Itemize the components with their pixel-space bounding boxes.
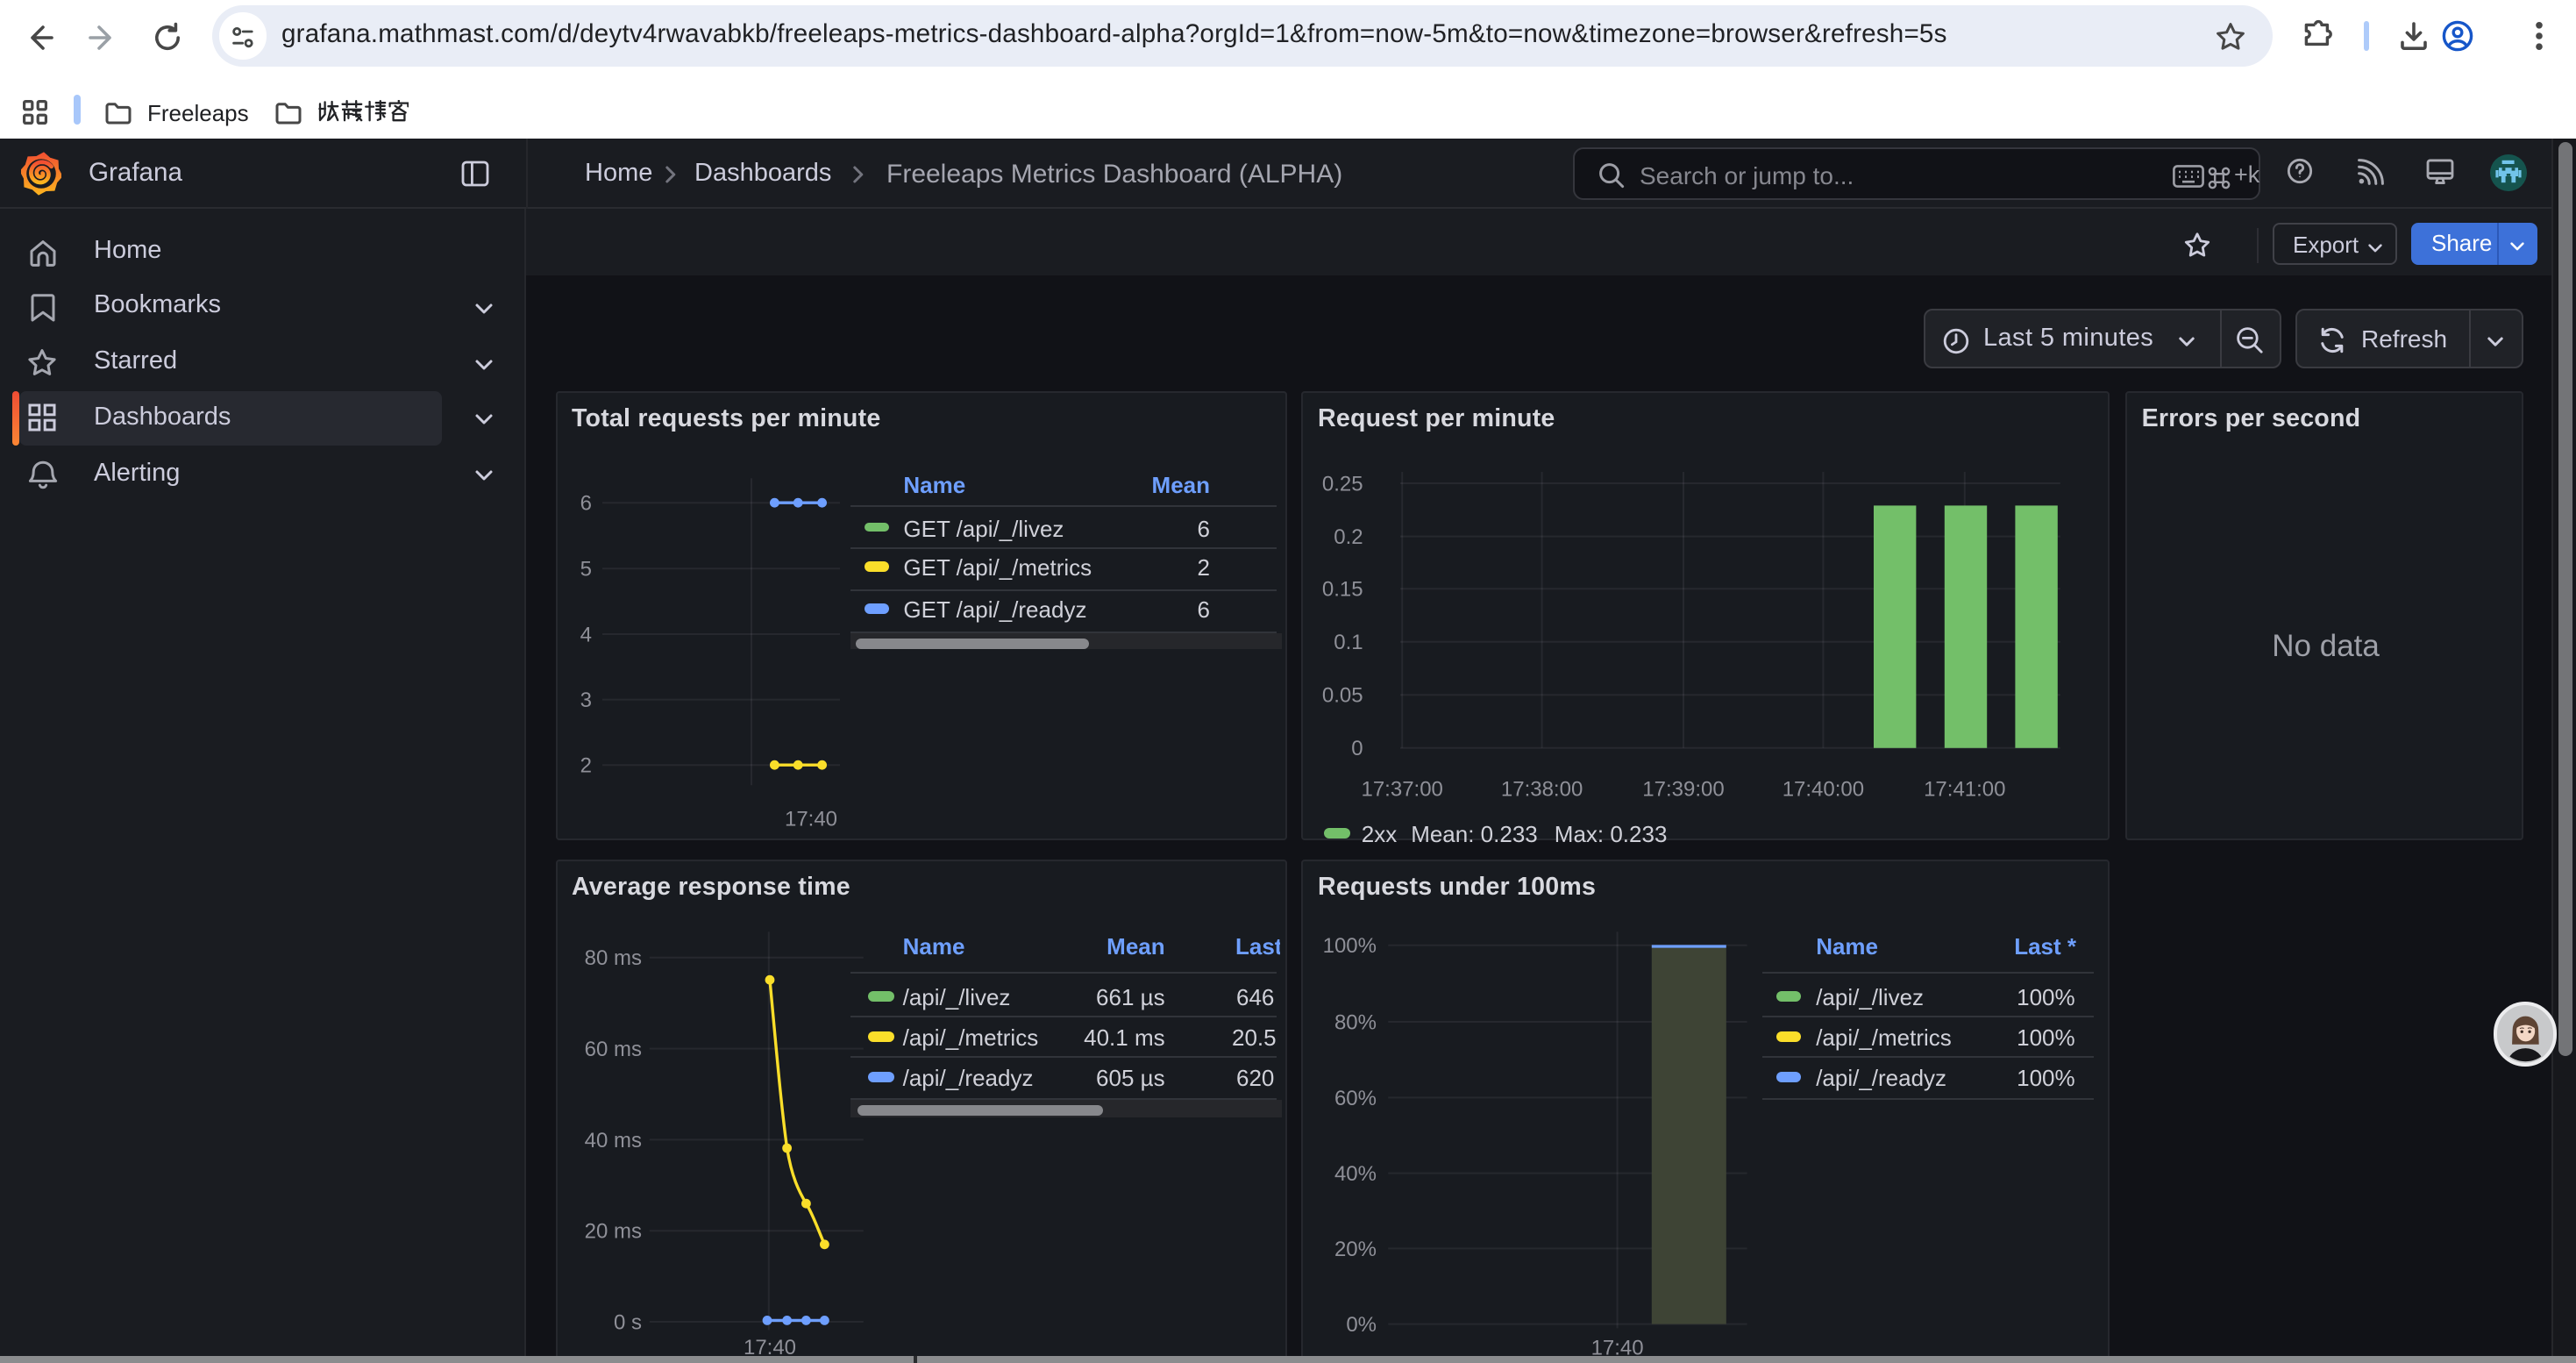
svg-text:40%: 40% [1334,1162,1377,1186]
svg-text:0.15: 0.15 [1322,578,1363,602]
svg-text:17:40: 17:40 [784,808,836,831]
svg-text:0 s: 0 s [613,1310,641,1334]
svg-text:0.2: 0.2 [1334,526,1363,550]
svg-text:5: 5 [580,558,591,582]
svg-text:2: 2 [580,754,591,778]
svg-text:0.1: 0.1 [1334,632,1363,655]
svg-text:20%: 20% [1334,1237,1377,1260]
svg-text:40 ms: 40 ms [584,1128,641,1152]
svg-text:6: 6 [580,492,591,516]
svg-text:80%: 80% [1334,1010,1377,1034]
svg-text:80 ms: 80 ms [584,946,641,970]
svg-text:17:40:00: 17:40:00 [1783,778,1864,802]
svg-text:17:37:00: 17:37:00 [1361,778,1442,802]
svg-text:17:41:00: 17:41:00 [1924,778,2005,802]
svg-text:3: 3 [580,689,591,713]
svg-text:60%: 60% [1334,1086,1377,1110]
svg-text:0%: 0% [1346,1313,1377,1337]
svg-text:4: 4 [580,624,591,647]
svg-text:17:38:00: 17:38:00 [1501,778,1583,802]
svg-text:0: 0 [1351,738,1363,761]
svg-text:17:39:00: 17:39:00 [1642,778,1724,802]
svg-text:20 ms: 20 ms [584,1219,641,1243]
svg-text:100%: 100% [1323,934,1377,958]
svg-text:60 ms: 60 ms [584,1038,641,1061]
svg-text:0.25: 0.25 [1322,473,1363,496]
svg-text:0.05: 0.05 [1322,684,1363,708]
